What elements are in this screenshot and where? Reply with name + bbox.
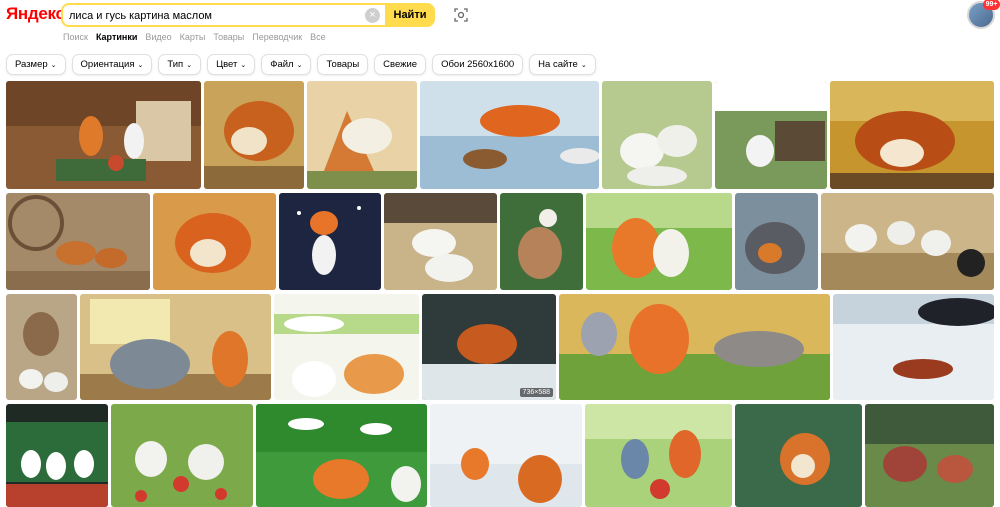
filter-products[interactable]: Товары xyxy=(317,54,369,75)
filter-color-label: Цвет xyxy=(216,59,238,70)
result-image[interactable] xyxy=(307,81,417,189)
filter-on-site[interactable]: На сайте ⌄ xyxy=(529,54,596,75)
result-image[interactable] xyxy=(586,193,732,290)
chevron-down-icon: ⌄ xyxy=(580,62,587,69)
result-image[interactable] xyxy=(735,404,862,507)
filter-bar: Размер ⌄ Ориентация ⌄ Тип ⌄ Цвет ⌄ Файл ⌄ Тов… xyxy=(6,54,596,75)
result-image[interactable]: 736×588 xyxy=(422,294,556,400)
search-box: × Найти xyxy=(61,3,435,27)
result-image[interactable] xyxy=(559,294,830,400)
filter-wallpaper-label: Обои 2560x1600 xyxy=(441,59,515,70)
tab-search[interactable]: Поиск xyxy=(63,32,88,42)
result-image[interactable] xyxy=(602,81,712,189)
result-image[interactable] xyxy=(833,294,994,400)
tab-video[interactable]: Видео xyxy=(145,32,171,42)
tab-products[interactable]: Товары xyxy=(213,32,244,42)
result-image[interactable] xyxy=(6,193,150,290)
result-image[interactable] xyxy=(735,193,818,290)
chevron-down-icon: ⌄ xyxy=(186,62,193,69)
filter-type-label: Тип xyxy=(167,59,184,70)
filter-size[interactable]: Размер ⌄ xyxy=(6,54,66,75)
result-image[interactable] xyxy=(6,294,77,400)
filter-type[interactable]: Тип ⌄ xyxy=(158,54,202,75)
result-image[interactable] xyxy=(274,294,419,400)
result-image[interactable] xyxy=(821,193,994,290)
clear-icon[interactable]: × xyxy=(365,8,380,23)
chevron-down-icon: ⌄ xyxy=(137,62,144,69)
chevron-down-icon: ⌄ xyxy=(240,62,247,69)
tab-translator[interactable]: Переводчик xyxy=(252,32,302,42)
result-image[interactable] xyxy=(6,404,108,507)
filter-fresh[interactable]: Свежие xyxy=(374,54,427,75)
result-image[interactable] xyxy=(830,81,994,189)
tab-all[interactable]: Все xyxy=(310,32,326,42)
result-image[interactable] xyxy=(865,404,994,507)
image-size-label: 736×588 xyxy=(519,388,553,397)
filter-file-label: Файл xyxy=(270,59,294,70)
tab-images[interactable]: Картинки xyxy=(96,32,137,42)
filter-color[interactable]: Цвет ⌄ xyxy=(207,54,256,75)
result-image[interactable] xyxy=(715,81,827,189)
result-image[interactable] xyxy=(111,404,253,507)
result-image[interactable] xyxy=(420,81,599,189)
search-input[interactable] xyxy=(69,8,359,24)
result-image[interactable] xyxy=(6,81,201,189)
result-image[interactable] xyxy=(256,404,427,507)
filter-size-label: Размер xyxy=(15,59,48,70)
filter-on-site-label: На сайте xyxy=(538,59,578,70)
filter-fresh-label: Свежие xyxy=(383,59,418,70)
filter-orientation-label: Ориентация xyxy=(80,59,135,70)
result-image[interactable] xyxy=(204,81,304,189)
filter-orientation[interactable]: Ориентация ⌄ xyxy=(71,54,153,75)
camera-search-icon[interactable] xyxy=(453,7,469,23)
result-image[interactable] xyxy=(430,404,582,507)
search-button[interactable]: Найти xyxy=(385,3,435,27)
chevron-down-icon: ⌄ xyxy=(296,62,303,69)
filter-wallpaper[interactable]: Обои 2560x1600 xyxy=(432,54,524,75)
filter-products-label: Товары xyxy=(326,59,360,70)
result-image[interactable] xyxy=(279,193,381,290)
filter-file[interactable]: Файл ⌄ xyxy=(261,54,312,75)
service-tabs: Поиск Картинки Видео Карты Товары Перево… xyxy=(63,32,326,42)
result-image[interactable] xyxy=(153,193,276,290)
yandex-logo[interactable]: Яндекс xyxy=(6,4,65,24)
result-image[interactable] xyxy=(585,404,732,507)
result-image[interactable] xyxy=(500,193,583,290)
tab-maps[interactable]: Карты xyxy=(180,32,206,42)
chevron-down-icon: ⌄ xyxy=(50,62,57,69)
result-image[interactable] xyxy=(80,294,271,400)
result-image[interactable] xyxy=(384,193,497,290)
notifications-badge: 99+ xyxy=(983,0,1000,10)
